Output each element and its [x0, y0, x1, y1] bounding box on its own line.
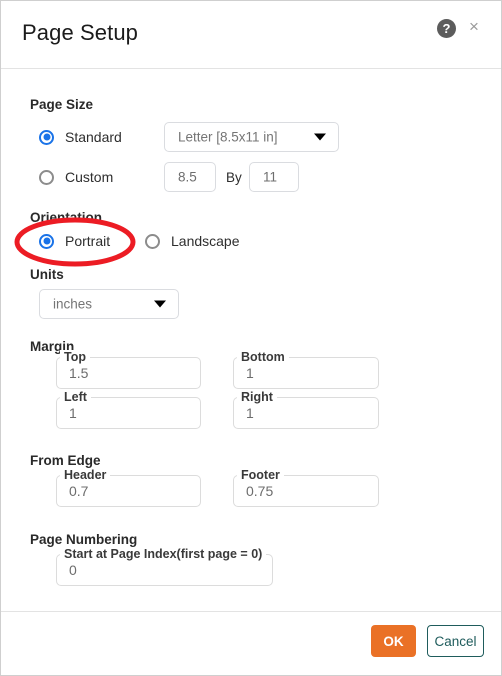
margin-bottom-value: 1	[246, 365, 254, 381]
page-setup-dialog: Page Setup ? × Page Size Standard Letter…	[0, 0, 502, 676]
custom-width-value: 8.5	[178, 169, 197, 185]
close-icon[interactable]: ×	[465, 18, 483, 36]
page-index-label: Start at Page Index(first page = 0)	[60, 547, 267, 561]
radio-landscape[interactable]: Landscape	[145, 233, 240, 249]
section-label-orientation: Orientation	[30, 210, 103, 225]
radio-custom[interactable]: Custom	[39, 169, 113, 185]
chevron-down-icon	[154, 300, 166, 308]
radio-landscape-label: Landscape	[171, 233, 240, 249]
dialog-header: Page Setup ? ×	[1, 1, 501, 69]
dialog-footer	[1, 611, 501, 675]
help-icon[interactable]: ?	[437, 19, 456, 38]
margin-right-value: 1	[246, 405, 254, 421]
ok-button[interactable]: OK	[371, 625, 416, 657]
margin-top-label: Top	[60, 350, 90, 364]
chevron-down-icon	[314, 133, 326, 141]
radio-portrait-indicator[interactable]	[39, 233, 54, 249]
margin-left-value: 1	[69, 405, 77, 421]
dialog-body: Page Size Standard Letter [8.5x11 in] Cu…	[1, 69, 501, 611]
radio-standard[interactable]: Standard	[39, 129, 122, 145]
from-edge-footer-label: Footer	[237, 468, 284, 482]
page-title: Page Setup	[22, 20, 138, 45]
page-size-standard-dropdown[interactable]: Letter [8.5x11 in]	[164, 122, 339, 152]
radio-standard-label: Standard	[65, 129, 122, 145]
section-label-page-numbering: Page Numbering	[30, 532, 138, 547]
from-edge-footer-value: 0.75	[246, 483, 274, 499]
radio-portrait-label: Portrait	[65, 233, 111, 249]
margin-left-label: Left	[60, 390, 91, 404]
radio-landscape-indicator[interactable]	[145, 233, 160, 249]
page-index-value: 0	[69, 562, 77, 578]
margin-bottom-label: Bottom	[237, 350, 289, 364]
margin-top-value: 1.5	[69, 365, 89, 381]
section-label-from-edge: From Edge	[30, 453, 101, 468]
radio-standard-indicator[interactable]	[39, 129, 54, 145]
radio-custom-label: Custom	[65, 169, 114, 185]
margin-right-label: Right	[237, 390, 277, 404]
custom-by-label: By	[226, 170, 242, 185]
page-size-standard-value: Letter [8.5x11 in]	[178, 129, 278, 145]
section-label-units: Units	[30, 267, 64, 282]
cancel-button[interactable]: Cancel	[427, 625, 484, 657]
units-value: inches	[53, 296, 93, 312]
units-dropdown[interactable]: inches	[39, 289, 179, 319]
from-edge-header-value: 0.7	[69, 483, 89, 499]
radio-custom-indicator[interactable]	[39, 169, 54, 185]
custom-height-value: 11	[263, 169, 278, 185]
radio-portrait[interactable]: Portrait	[39, 233, 110, 249]
custom-width-input[interactable]: 8.5	[164, 162, 216, 192]
from-edge-header-label: Header	[60, 468, 111, 482]
custom-height-input[interactable]: 11	[249, 162, 299, 192]
section-label-page-size: Page Size	[30, 97, 94, 112]
